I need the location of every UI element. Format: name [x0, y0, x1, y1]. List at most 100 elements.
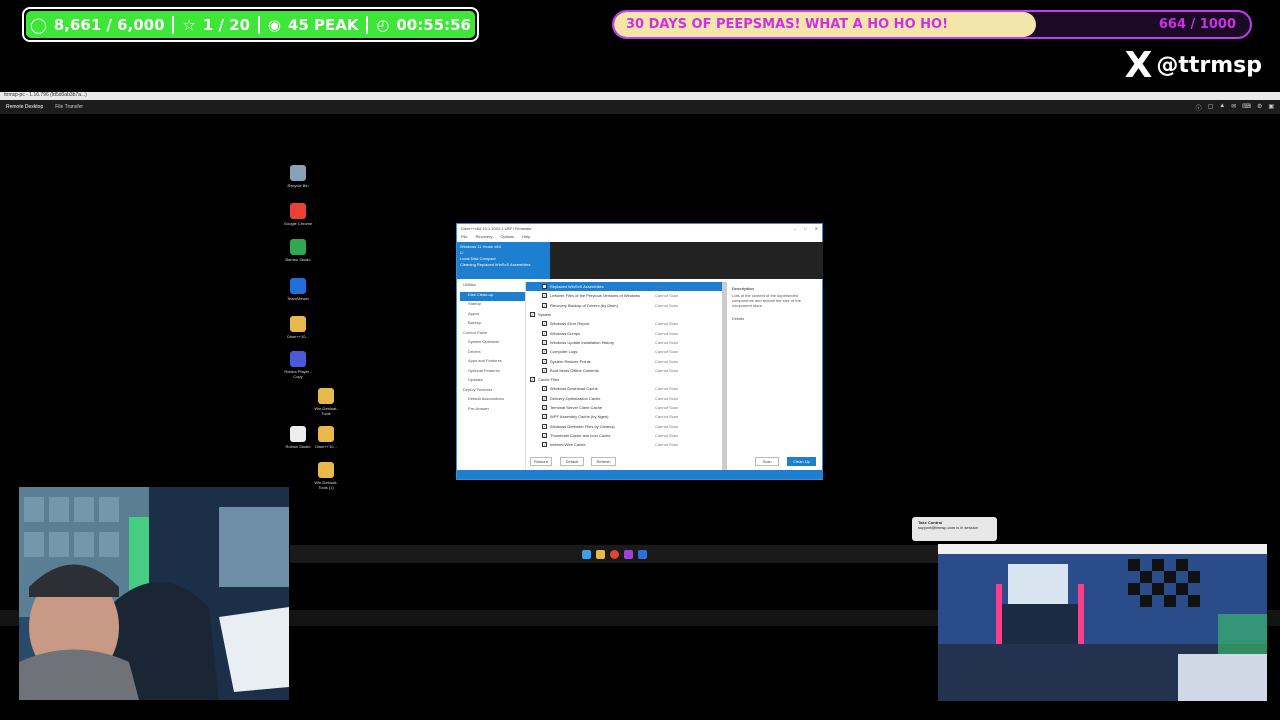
checkbox[interactable]: ✓ — [542, 386, 547, 392]
list-item[interactable]: ✓ Thumbnail Cache and Icon Cache Cannot Sc… — [526, 431, 725, 440]
list-item[interactable]: ✓ Windows Download Cache Cannot Scan — [526, 384, 725, 393]
fullscreen-icon[interactable]: ▣ — [1268, 103, 1274, 112]
menu-help[interactable]: Help — [522, 234, 530, 240]
list-group-header[interactable]: ✓ System — [526, 310, 725, 319]
desktop-icon[interactable]: Bambu Studio — [283, 239, 313, 262]
checkbox[interactable]: ✓ — [542, 284, 547, 290]
mouse-icon[interactable]: ▲ — [1219, 103, 1225, 112]
desktop-icon[interactable]: Dism++10... — [283, 316, 313, 339]
clean-up-button[interactable]: Clean Up — [787, 457, 816, 466]
list-item-label: Windows Download Cache — [550, 386, 598, 392]
menu-recovery[interactable]: Recovery — [475, 234, 492, 240]
checkbox[interactable]: ✓ — [542, 358, 547, 364]
list-item[interactable]: ✓ Internet Web Cache Cannot Scan — [526, 440, 725, 449]
checkbox[interactable]: ✓ — [530, 377, 535, 383]
subs-stat: ☆ 1 / 20 — [182, 16, 250, 34]
desktop-icon[interactable]: Dism++10... — [311, 426, 341, 449]
sidebar-item[interactable]: Drivers — [460, 349, 525, 359]
checkbox[interactable]: ✓ — [542, 339, 547, 345]
explorer-icon[interactable] — [595, 549, 605, 559]
checkbox[interactable]: ✓ — [542, 349, 547, 355]
desktop-icon[interactable]: TeamViewer — [283, 278, 313, 301]
sidebar-item[interactable]: Control Panel — [460, 330, 525, 340]
display-icon[interactable]: ▢ — [1208, 103, 1214, 112]
social-handle-text: @ttrmsp — [1156, 52, 1262, 78]
list-item[interactable]: ✓ Replaced WinSxS Assemblies Scan — [526, 282, 725, 292]
tab-file-transfer[interactable]: File Transfer — [49, 104, 89, 110]
scan-button[interactable]: Scan — [755, 457, 779, 466]
sidebar-item[interactable]: System Optimizer — [460, 339, 525, 349]
checkbox[interactable]: ✓ — [542, 330, 547, 336]
sidebar-item[interactable]: Deploy Features — [460, 387, 525, 397]
sidebar-item[interactable]: Optional Features — [460, 368, 525, 378]
sidebar-item[interactable]: Startup — [460, 301, 525, 311]
list-item[interactable]: ✓ Computer Logs Cannot Scan — [526, 347, 725, 356]
list-item[interactable]: ✓ Windows Dumps Cannot Scan — [526, 328, 725, 337]
star-icon: ☆ — [182, 15, 196, 34]
checkbox[interactable]: ✓ — [542, 423, 547, 429]
desktop-icon[interactable]: Recycle Bin — [283, 165, 313, 188]
info-icon[interactable]: ⓘ — [1196, 103, 1202, 112]
list-item[interactable]: ✓ Leftover Files of the Previous Versions… — [526, 291, 725, 300]
start-icon[interactable] — [581, 549, 591, 559]
list-item[interactable]: ✓ Windows Update Installation History Cann… — [526, 338, 725, 347]
desktop-icon[interactable]: Roblox Player - Copy — [283, 351, 313, 379]
list-group-header[interactable]: ✓ Cache Files — [526, 375, 725, 384]
list-item[interactable]: ✓ System Restore Points Cannot Scan — [526, 356, 725, 365]
list-item[interactable]: ✓ Boot Items Offline Contents Cannot Scan — [526, 366, 725, 375]
chrome-taskbar-icon[interactable] — [609, 549, 619, 559]
default-button[interactable]: Default — [560, 457, 584, 466]
checkbox[interactable]: ✓ — [530, 312, 535, 318]
sidebar-item[interactable]: Apps and Features — [460, 358, 525, 368]
sidebar-item[interactable]: Disk Clean-up — [460, 291, 525, 301]
x-logo-icon: X — [1124, 44, 1153, 86]
sidebar-item[interactable]: Pre-Answer — [460, 406, 525, 416]
checkbox[interactable]: ✓ — [542, 395, 547, 401]
desktop-icon[interactable]: Win-Debloat-Tools (1) — [311, 462, 341, 490]
app-taskbar-icon[interactable] — [623, 549, 633, 559]
list-scrollbar[interactable] — [722, 282, 727, 477]
list-item[interactable]: ✓ Recovery Backup of Drivers (by Dism) Can… — [526, 301, 725, 310]
checkbox[interactable]: ✓ — [542, 432, 547, 438]
menu-options[interactable]: Options — [500, 234, 514, 240]
checkbox[interactable]: ✓ — [542, 321, 547, 327]
dism-taskbar-icon[interactable] — [637, 549, 647, 559]
list-item-label: Recovery Backup of Drivers (by Dism) — [550, 302, 618, 308]
checkbox[interactable]: ✓ — [542, 414, 547, 420]
viewers-stat: ◉ 45 PEAK — [268, 16, 359, 34]
keyboard-icon[interactable]: ⌨ — [1242, 103, 1251, 112]
chat-icon[interactable]: ✉ — [1231, 103, 1236, 112]
sidebar-item[interactable]: Backup — [460, 320, 525, 330]
desktop-icon[interactable]: Google Chrome — [283, 203, 313, 226]
refresh-button[interactable]: Refresh — [591, 457, 616, 466]
checkbox[interactable]: ✓ — [542, 442, 547, 448]
list-item-status: Cannot Scan — [655, 405, 679, 410]
checkbox[interactable]: ✓ — [542, 302, 547, 308]
list-item[interactable]: ✓ Delivery Optimization Cache Cannot Scan — [526, 394, 725, 403]
sidebar-item[interactable]: Appxs — [460, 311, 525, 321]
image-selector[interactable]: Windows 11 Home x64 C: Local Disk Compac… — [457, 242, 550, 279]
list-item[interactable]: ✓ Windows Defender Files by Cleanup Cannot… — [526, 421, 725, 430]
list-item[interactable]: ✓ WPF Assembly Cache (by Ngen) Cannot Scan — [526, 412, 725, 421]
desktop-icon[interactable]: Win-Debloat-Tools — [311, 388, 341, 416]
sidebar-item[interactable]: Utilities — [460, 282, 525, 292]
close-button[interactable]: ✕ — [815, 226, 818, 231]
desktop-icon[interactable]: Roblox Studio — [283, 426, 313, 449]
maximize-button[interactable]: □ — [804, 226, 806, 231]
minimize-button[interactable]: – — [794, 226, 796, 231]
desktop-icon-label: Dism++10... — [315, 444, 337, 449]
checkbox[interactable]: ✓ — [542, 405, 547, 410]
window-footer — [457, 470, 823, 479]
restore-button[interactable]: Restore — [530, 457, 552, 466]
menu-file[interactable]: File — [461, 234, 467, 240]
sidebar-item[interactable]: Default Associations — [460, 396, 525, 406]
sidebar-item[interactable]: Updates — [460, 377, 525, 387]
list-item-label: Boot Items Offline Contents — [550, 367, 599, 373]
list-item[interactable]: ✓ Terminal Server Client Cache Cannot Scan — [526, 403, 725, 412]
tab-remote-desktop[interactable]: Remote Desktop — [0, 104, 49, 110]
settings-icon[interactable]: ⚙ — [1257, 103, 1262, 112]
checkbox[interactable]: ✓ — [542, 367, 547, 373]
notification-toast[interactable]: Take Control support@ttrmsp.com is in se… — [912, 517, 997, 541]
checkbox[interactable]: ✓ — [542, 293, 547, 299]
list-item[interactable]: ✓ Windows Error Report Cannot Scan — [526, 319, 725, 328]
